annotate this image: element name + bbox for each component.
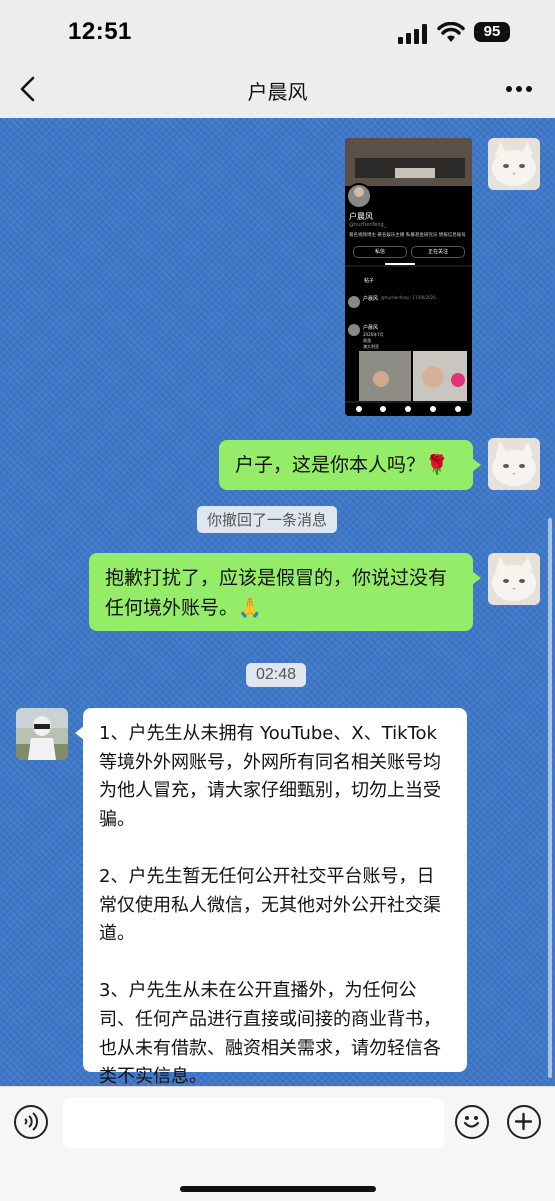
helmet-figure-icon (16, 708, 68, 760)
ss-handle: @huchenfeng_ (349, 222, 387, 228)
ss-post2-name: 户晨风 (363, 325, 379, 331)
input-bar (0, 1086, 555, 1201)
time-divider: 02:48 (246, 663, 307, 687)
scroll-indicator (548, 518, 552, 1078)
emoji-icon (463, 1116, 480, 1128)
contact-avatar[interactable] (16, 708, 68, 760)
cat-face-icon (488, 553, 540, 605)
signal-icon (398, 24, 427, 44)
shared-profile-screenshot[interactable]: 户晨风 @huchenfeng_ 著名视频博主 著名娱乐主播 私募基金研究员 情… (345, 138, 472, 416)
my-avatar[interactable] (488, 553, 540, 605)
ss-name: 户晨风 (349, 212, 373, 221)
add-icon (514, 1112, 533, 1131)
recall-notice: 你撤回了一条消息 (197, 506, 338, 533)
cat-face-icon (488, 138, 540, 190)
ss-msg-button: 私信 (353, 246, 407, 258)
voice-icon (24, 1112, 39, 1131)
ss-post1-name: 户晨风 (363, 296, 379, 302)
my-avatar[interactable] (488, 438, 540, 490)
voice-button[interactable] (14, 1105, 48, 1139)
my-message[interactable]: 户子，这是你本人吗？🌹 (219, 440, 481, 490)
ss-post1-meta: @huchenfeng · 17/08/2026 (381, 295, 436, 300)
ss-tab-posts: 帖子 (364, 278, 375, 284)
message-input[interactable] (63, 1098, 444, 1148)
add-button[interactable] (507, 1105, 541, 1139)
chat-area[interactable]: 户晨风 @huchenfeng_ 著名视频博主 著名娱乐主播 私募基金研究员 情… (0, 118, 555, 1086)
ss-post2-line3: 澳大利亚 (363, 344, 379, 349)
ss-follow-button: 正在关注 (411, 246, 465, 258)
nav-bar: 户晨风 (0, 60, 555, 118)
more-icon[interactable] (505, 84, 533, 94)
wifi-icon (437, 22, 465, 42)
home-indicator (180, 1186, 376, 1192)
cat-face-icon (488, 438, 540, 490)
status-time: 12:51 (68, 18, 132, 45)
ss-bio: 著名视频博主 著名娱乐主播 私募基金研究员 情报信息账号 (349, 233, 466, 238)
chat-title: 户晨风 (247, 80, 308, 104)
emoji-button[interactable] (455, 1105, 489, 1139)
my-avatar[interactable] (488, 138, 540, 190)
battery-indicator: 95 (474, 22, 510, 42)
my-message[interactable]: 抱歉打扰了，应该是假冒的，你说过没有任何境外账号。🙏 (89, 553, 481, 631)
status-bar: 12:51 95 (0, 0, 555, 60)
contact-message[interactable]: 1、户先生从未拥有 YouTube、X、TikTok 等境外外网账号，外网所有同… (75, 708, 467, 1086)
